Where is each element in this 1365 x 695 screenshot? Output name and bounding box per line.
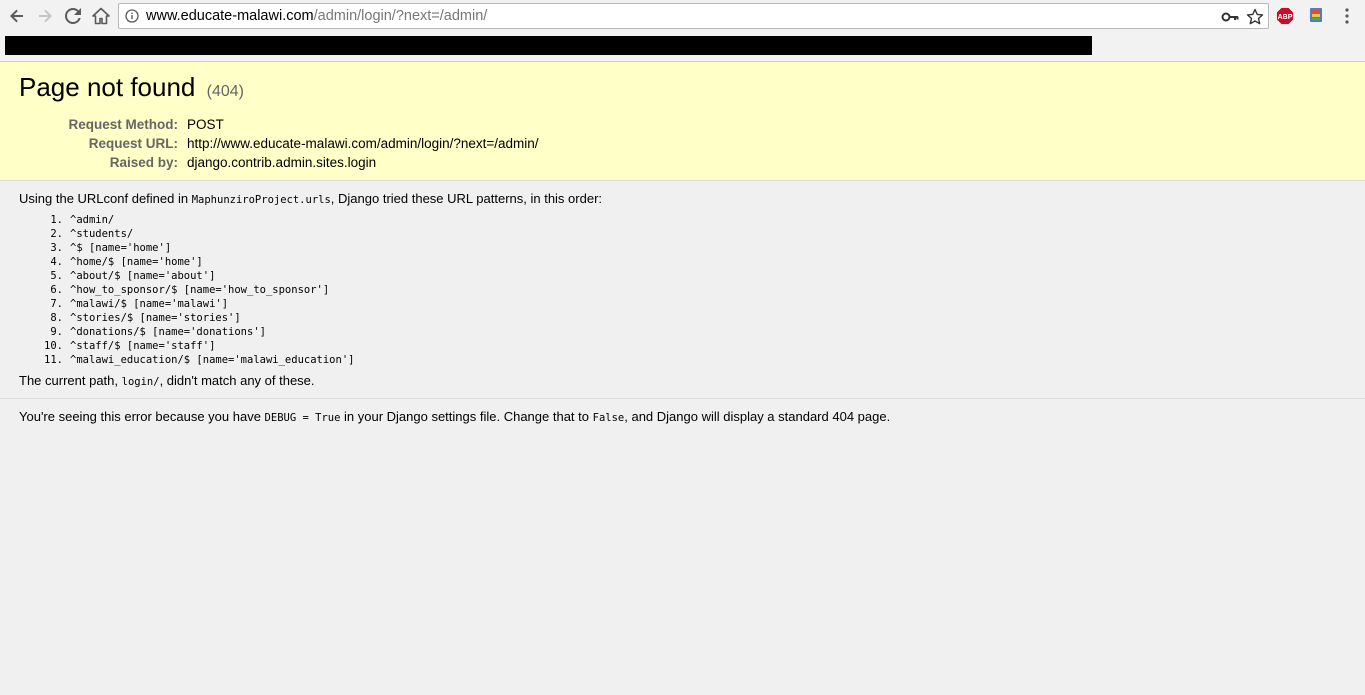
explanation-text: You're seeing this error because you hav…: [19, 409, 890, 424]
url-host: www.educate-malawi.com: [146, 8, 314, 24]
explanation-part: in your Django settings file. Change tha…: [340, 409, 593, 424]
url-pattern: ^malawi_education/$ [name='malawi_educat…: [70, 354, 355, 366]
home-button[interactable]: [89, 4, 113, 28]
list-number: 2.: [50, 228, 63, 240]
error-summary: Page not found (404) Request Method: POS…: [0, 62, 1365, 181]
more-menu-icon[interactable]: [1340, 7, 1354, 25]
back-button[interactable]: [5, 4, 29, 28]
forward-button[interactable]: [33, 4, 57, 28]
list-number: 5.: [50, 270, 63, 282]
list-number: 8.: [50, 312, 63, 324]
list-item: 6. ^how_to_sponsor/$ [name='how_to_sponso…: [40, 283, 354, 297]
list-number: 10.: [44, 340, 63, 352]
arrow-forward-icon: [39, 9, 52, 23]
redacted-bar: [5, 36, 1092, 55]
list-item: 4. ^home/$ [name='home']: [40, 255, 354, 269]
list-number: 6.: [50, 284, 63, 296]
reload-icon: [65, 8, 81, 24]
debug-explanation: You're seeing this error because you hav…: [0, 399, 1365, 439]
explanation-part: , and Django will display a standard 404…: [624, 409, 891, 424]
current-suffix: , didn't match any of these.: [159, 373, 315, 388]
extension-icon[interactable]: [1308, 7, 1324, 23]
address-bar[interactable]: www.educate-malawi.com/admin/login/?next…: [118, 3, 1269, 29]
url-pattern: ^how_to_sponsor/$ [name='how_to_sponsor'…: [70, 284, 330, 296]
current-prefix: The current path,: [19, 373, 122, 388]
url-pattern-list: 1. ^admin/ 2. ^students/ 3. ^$ [name='home'…: [40, 213, 354, 367]
list-item: 9. ^donations/$ [name='donations']: [40, 325, 354, 339]
list-item: 5. ^about/$ [name='about']: [40, 269, 354, 283]
request-meta-table: Request Method: POST Request URL: http:/…: [19, 115, 539, 172]
meta-key: Request URL:: [88, 136, 178, 151]
meta-row: Request Method: POST: [19, 115, 539, 134]
meta-key: Raised by:: [109, 155, 178, 170]
list-item: 3. ^$ [name='home']: [40, 241, 354, 255]
info-icon[interactable]: [125, 9, 139, 23]
url-text[interactable]: www.educate-malawi.com/admin/login/?next…: [146, 8, 487, 24]
home-icon: [92, 7, 110, 25]
list-number: 4.: [50, 256, 63, 268]
url-pattern: ^staff/$ [name='staff']: [70, 340, 216, 352]
meta-row: Request URL: http://www.educate-malawi.c…: [19, 134, 539, 153]
url-pattern: ^about/$ [name='about']: [70, 270, 216, 282]
status-code: (404): [206, 83, 244, 100]
url-pattern: ^$ [name='home']: [70, 242, 172, 254]
list-number: 7.: [50, 298, 63, 310]
list-number: 1.: [50, 214, 63, 226]
urlconf-module: MaphunziroProject.urls: [191, 194, 331, 206]
urlconf-intro: Using the URLconf defined in MaphunziroP…: [19, 191, 602, 206]
url-pattern: ^admin/: [70, 214, 115, 226]
intro-prefix: Using the URLconf defined in: [19, 191, 192, 206]
url-pattern: ^donations/$ [name='donations']: [70, 326, 266, 338]
false-value: False: [592, 412, 625, 424]
meta-row: Raised by: django.contrib.admin.sites.lo…: [19, 153, 539, 172]
current-path-message: The current path, login/, didn't match a…: [19, 373, 315, 388]
abp-label: ABP: [1278, 14, 1293, 21]
intro-suffix: , Django tried these URL patterns, in th…: [330, 191, 603, 206]
url-pattern: ^students/: [70, 228, 134, 240]
reload-button[interactable]: [61, 4, 85, 28]
title-text: Page not found: [19, 72, 196, 102]
bookmark-star-icon[interactable]: [1246, 8, 1264, 26]
page-title: Page not found (404): [19, 72, 244, 103]
browser-toolbar: www.educate-malawi.com/admin/login/?next…: [0, 0, 1365, 62]
list-item: 8. ^stories/$ [name='stories']: [40, 311, 354, 325]
list-number: 9.: [50, 326, 63, 338]
list-item: 11. ^malawi_education/$ [name='malawi_edu…: [40, 353, 354, 367]
key-icon[interactable]: [1221, 9, 1239, 25]
url-pattern: ^stories/$ [name='stories']: [70, 312, 241, 324]
explanation-part: You're seeing this error because you hav…: [19, 409, 265, 424]
info-section: Using the URLconf defined in MaphunziroP…: [0, 181, 1365, 399]
url-pattern: ^home/$ [name='home']: [70, 256, 203, 268]
current-path: login/: [121, 376, 160, 388]
url-path: /admin/login/?next=/admin/: [313, 8, 488, 24]
list-number: 11.: [44, 354, 63, 366]
list-item: 10. ^staff/$ [name='staff']: [40, 339, 354, 353]
meta-key: Request Method:: [68, 117, 179, 132]
url-pattern: ^malawi/$ [name='malawi']: [70, 298, 229, 310]
list-item: 1. ^admin/: [40, 213, 354, 227]
debug-setting: DEBUG = True: [264, 412, 341, 424]
meta-value: http://www.educate-malawi.com/admin/logi…: [187, 136, 539, 151]
meta-value: POST: [187, 117, 224, 132]
list-number: 3.: [50, 242, 63, 254]
list-item: 2. ^students/: [40, 227, 354, 241]
meta-value: django.contrib.admin.sites.login: [187, 155, 377, 170]
adblock-plus-icon[interactable]: ABP: [1276, 7, 1294, 25]
arrow-back-icon: [10, 9, 23, 23]
list-item: 7. ^malawi/$ [name='malawi']: [40, 297, 354, 311]
